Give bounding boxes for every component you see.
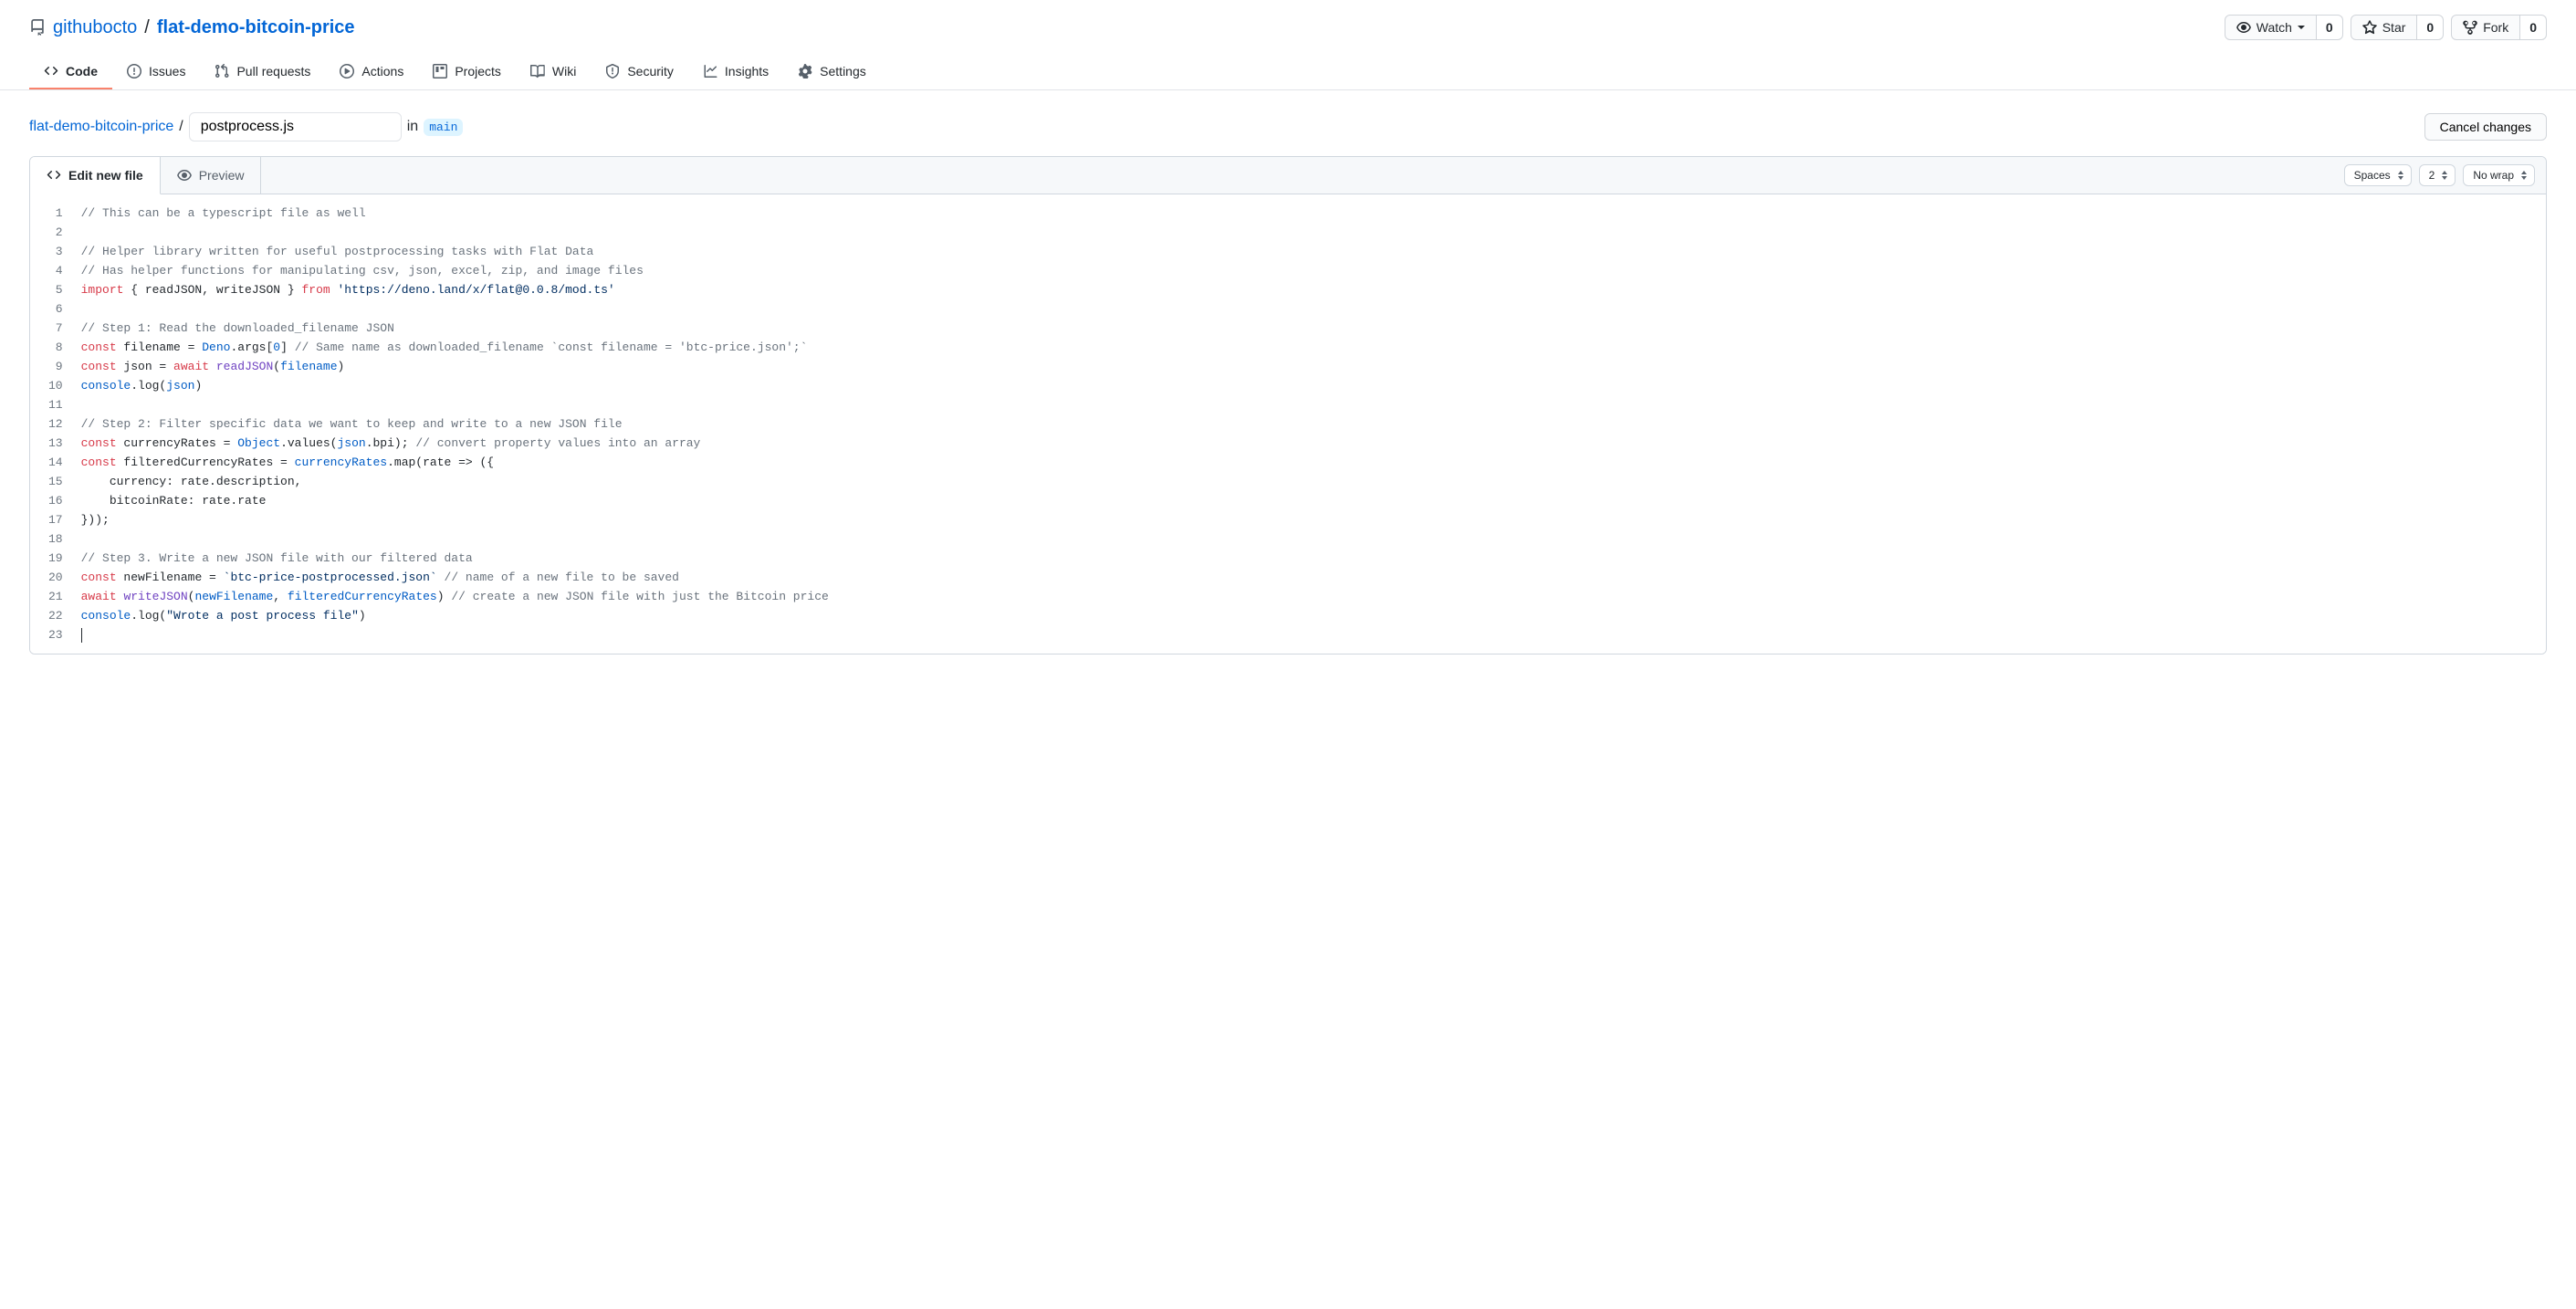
- fork-icon: [2463, 20, 2477, 35]
- wrap-select[interactable]: No wrap: [2463, 164, 2535, 186]
- fork-count[interactable]: 0: [2520, 15, 2547, 40]
- line-number: 1: [48, 204, 63, 223]
- watch-label: Watch: [2257, 20, 2292, 35]
- line-number: 4: [48, 261, 63, 280]
- tab-issues[interactable]: Issues: [112, 55, 200, 89]
- shield-icon: [605, 64, 620, 79]
- line-number: 22: [48, 606, 63, 625]
- repo-header: githubocto / flat-demo-bitcoin-price Wat…: [29, 0, 2547, 55]
- tab-security-label: Security: [627, 64, 674, 79]
- tab-settings[interactable]: Settings: [783, 55, 881, 89]
- repo-nav: Code Issues Pull requests Actions Projec…: [0, 55, 2576, 90]
- repo-icon: [29, 19, 46, 36]
- caret-down-icon: [2298, 24, 2305, 31]
- code-icon: [47, 168, 61, 183]
- fork-button[interactable]: Fork: [2451, 15, 2520, 40]
- eye-icon: [2236, 20, 2251, 35]
- line-number: 21: [48, 587, 63, 606]
- cancel-button[interactable]: Cancel changes: [2424, 113, 2547, 141]
- code-content[interactable]: // This can be a typescript file as well…: [72, 194, 2546, 654]
- owner-link[interactable]: githubocto: [53, 17, 137, 38]
- line-number: 5: [48, 280, 63, 299]
- editor-frame: Edit new file Preview Spaces 2 No wrap 1…: [29, 156, 2547, 654]
- line-number: 11: [48, 395, 63, 414]
- line-number: 7: [48, 319, 63, 338]
- line-number: 19: [48, 549, 63, 568]
- repo-title: githubocto / flat-demo-bitcoin-price: [29, 17, 355, 38]
- watch-button[interactable]: Watch: [2225, 15, 2317, 40]
- code-editor[interactable]: 1 2 3 4 5 6 7 8 9 10 11 12 13 14 15 16 1…: [30, 194, 2546, 654]
- tab-wiki[interactable]: Wiki: [516, 55, 591, 89]
- indent-mode-select[interactable]: Spaces: [2344, 164, 2412, 186]
- text-cursor: [81, 628, 82, 643]
- line-number: 2: [48, 223, 63, 242]
- line-number: 13: [48, 434, 63, 453]
- tab-wiki-label: Wiki: [552, 64, 576, 79]
- line-number: 14: [48, 453, 63, 472]
- line-number: 9: [48, 357, 63, 376]
- line-number: 23: [48, 625, 63, 644]
- tab-pulls[interactable]: Pull requests: [200, 55, 325, 89]
- tab-edit-label: Edit new file: [68, 168, 143, 183]
- line-number: 6: [48, 299, 63, 319]
- tab-pulls-label: Pull requests: [236, 64, 310, 79]
- line-number: 3: [48, 242, 63, 261]
- play-icon: [340, 64, 354, 79]
- slash: /: [144, 17, 150, 38]
- pull-request-icon: [215, 64, 229, 79]
- editor-toolbar: Edit new file Preview Spaces 2 No wrap: [30, 157, 2546, 194]
- tab-security[interactable]: Security: [591, 55, 688, 89]
- line-number: 15: [48, 472, 63, 491]
- gear-icon: [798, 64, 812, 79]
- star-label: Star: [2382, 20, 2406, 35]
- issue-icon: [127, 64, 141, 79]
- tab-projects[interactable]: Projects: [418, 55, 516, 89]
- filename-input[interactable]: [189, 112, 402, 141]
- line-number: 12: [48, 414, 63, 434]
- tab-insights-label: Insights: [725, 64, 769, 79]
- line-number: 8: [48, 338, 63, 357]
- watch-count[interactable]: 0: [2317, 15, 2343, 40]
- repo-actions: Watch 0 Star 0 Fork 0: [2225, 15, 2547, 40]
- tab-issues-label: Issues: [149, 64, 185, 79]
- tab-projects-label: Projects: [455, 64, 501, 79]
- indent-size-select[interactable]: 2: [2419, 164, 2456, 186]
- repo-name-link[interactable]: flat-demo-bitcoin-price: [157, 17, 355, 38]
- file-path: flat-demo-bitcoin-price / in main: [29, 112, 463, 141]
- tab-code[interactable]: Code: [29, 55, 112, 89]
- line-number: 17: [48, 510, 63, 529]
- path-slash: /: [179, 119, 183, 135]
- tab-edit-file[interactable]: Edit new file: [30, 157, 161, 194]
- tab-preview-label: Preview: [199, 168, 245, 183]
- tab-settings-label: Settings: [820, 64, 866, 79]
- star-button[interactable]: Star: [2351, 15, 2418, 40]
- line-number: 16: [48, 491, 63, 510]
- in-label: in: [407, 119, 418, 135]
- eye-icon: [177, 168, 192, 183]
- tab-preview[interactable]: Preview: [161, 157, 262, 194]
- repo-root-link[interactable]: flat-demo-bitcoin-price: [29, 119, 173, 135]
- star-count[interactable]: 0: [2417, 15, 2444, 40]
- line-number: 10: [48, 376, 63, 395]
- tab-actions[interactable]: Actions: [325, 55, 418, 89]
- line-gutter: 1 2 3 4 5 6 7 8 9 10 11 12 13 14 15 16 1…: [30, 194, 72, 654]
- project-icon: [433, 64, 447, 79]
- book-icon: [530, 64, 545, 79]
- editor-header: flat-demo-bitcoin-price / in main Cancel…: [29, 90, 2547, 156]
- tab-code-label: Code: [66, 64, 98, 79]
- branch-badge: main: [424, 119, 463, 136]
- star-icon: [2362, 20, 2377, 35]
- line-number: 20: [48, 568, 63, 587]
- tab-insights[interactable]: Insights: [688, 55, 783, 89]
- editor-tabs: Edit new file Preview: [30, 157, 261, 194]
- graph-icon: [703, 64, 717, 79]
- editor-options: Spaces 2 No wrap: [2344, 164, 2546, 186]
- tab-actions-label: Actions: [361, 64, 403, 79]
- fork-label: Fork: [2483, 20, 2508, 35]
- line-number: 18: [48, 529, 63, 549]
- code-icon: [44, 64, 58, 79]
